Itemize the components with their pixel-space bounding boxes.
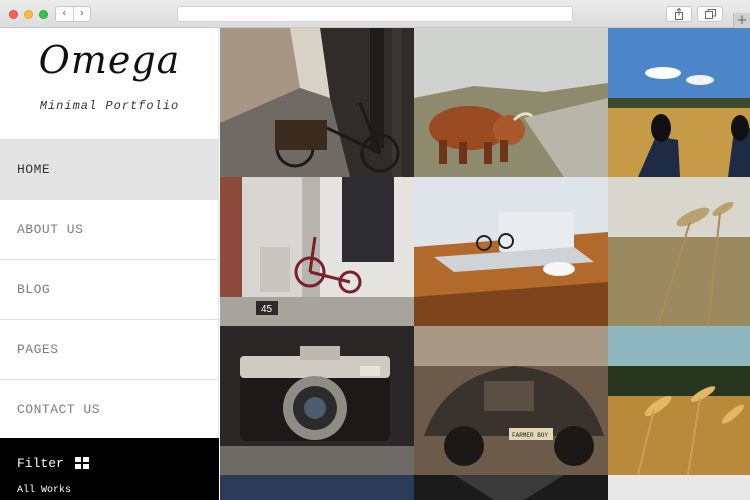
portfolio-item-tricycle[interactable]: 45 (220, 177, 414, 326)
zoom-window-button[interactable] (39, 10, 48, 19)
portfolio-item-field-relax[interactable] (608, 28, 750, 177)
portfolio-item-wheat-field[interactable] (608, 326, 750, 475)
wheat-field-photo (608, 326, 750, 475)
portfolio-item-row4-2[interactable] (414, 475, 608, 500)
history-buttons: ‹ › (55, 6, 91, 22)
portfolio-item-camera[interactable] (220, 326, 414, 475)
wheat-closeup-photo (608, 177, 750, 326)
plus-icon[interactable]: + (733, 13, 750, 28)
main-menu: HOME ABOUT US BLOG PAGES CONTACT US (0, 139, 219, 439)
tabs-overview-icon (704, 9, 716, 19)
city-street-photo (220, 28, 414, 177)
portfolio-item-city-street[interactable] (220, 28, 414, 177)
vintage-camera-photo (220, 326, 414, 475)
filter-title[interactable]: Filter (17, 456, 64, 471)
feet-in-field-photo (608, 28, 750, 177)
filter-panel: Filter All Works (0, 438, 219, 500)
address-bar[interactable] (177, 6, 573, 22)
portfolio-item-workspace[interactable] (414, 177, 608, 326)
menu-item-about-us[interactable]: ABOUT US (0, 199, 219, 259)
vintage-car-photo: FARMER BOY (414, 326, 608, 475)
site-tagline: Minimal Portfolio (39, 99, 180, 113)
share-icon (675, 8, 683, 20)
portfolio-item-row4-1[interactable] (220, 475, 414, 500)
sidebar: Omega Minimal Portfolio HOME ABOUT US BL… (0, 28, 219, 500)
browser-toolbar: ‹ › + (0, 0, 750, 28)
license-plate: FARMER BOY (512, 432, 548, 439)
menu-item-home[interactable]: HOME (0, 139, 219, 199)
portfolio-item-vintage-car[interactable]: FARMER BOY (414, 326, 608, 475)
grid-icon[interactable] (75, 457, 89, 469)
portfolio-item-highland-cow[interactable] (414, 28, 608, 177)
row4-photo (454, 475, 564, 500)
highland-cow-photo (414, 28, 608, 177)
menu-item-blog[interactable]: BLOG (0, 259, 219, 319)
tricycle-photo: 45 (220, 177, 414, 326)
site-logo[interactable]: Omega (0, 38, 219, 82)
menu-item-pages[interactable]: PAGES (0, 319, 219, 379)
house-number-sign: 45 (261, 304, 273, 315)
portfolio-item-wheat-closeup[interactable] (608, 177, 750, 326)
close-window-button[interactable] (9, 10, 18, 19)
share-button[interactable] (666, 6, 692, 22)
chevron-right-icon[interactable]: › (72, 7, 91, 21)
filter-option-all-works[interactable]: All Works (17, 485, 71, 496)
tab-overview-button[interactable] (697, 6, 723, 22)
workspace-photo (414, 177, 608, 326)
portfolio-item-row4-3[interactable] (608, 475, 750, 500)
menu-item-contact-us[interactable]: CONTACT US (0, 379, 219, 439)
chevron-left-icon[interactable]: ‹ (56, 7, 73, 21)
minimize-window-button[interactable] (24, 10, 33, 19)
portfolio-grid: 45 FARMER BOY (220, 28, 750, 500)
